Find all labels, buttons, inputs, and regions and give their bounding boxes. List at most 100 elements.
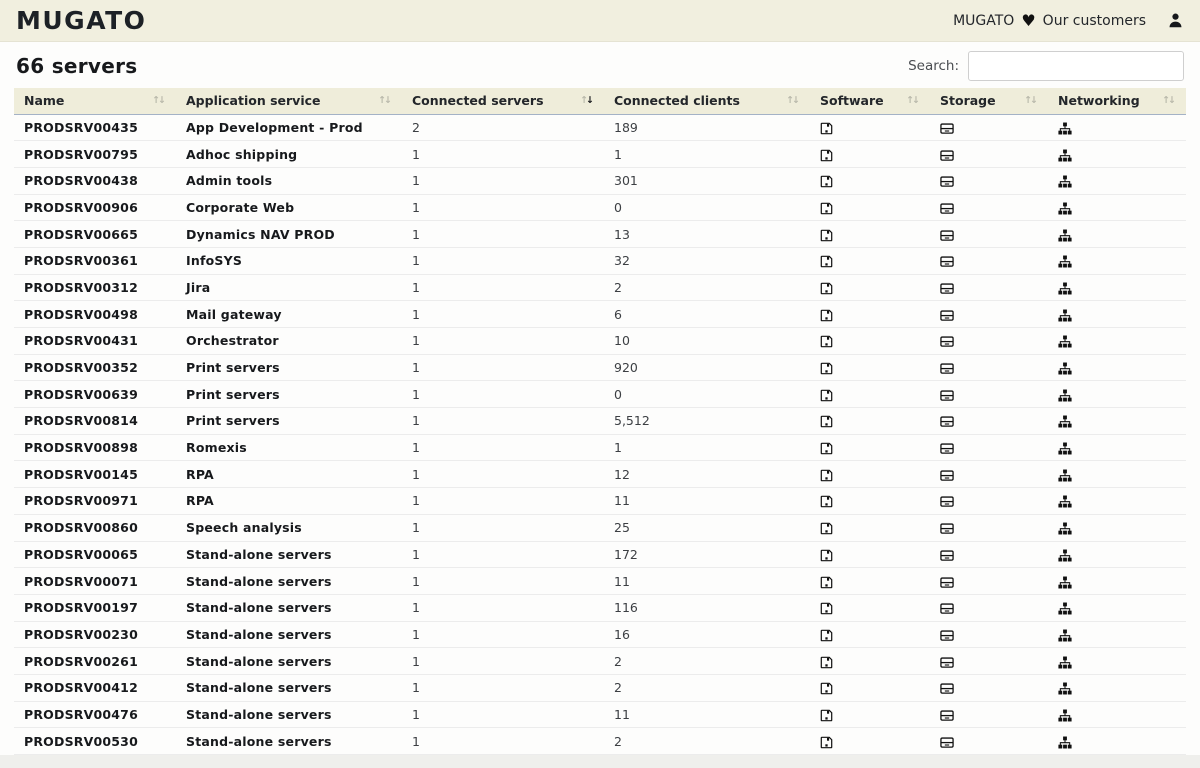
- floppy-disk-icon[interactable]: [820, 149, 833, 162]
- hard-drive-icon[interactable]: [940, 389, 954, 402]
- sitemap-icon[interactable]: [1058, 656, 1072, 669]
- floppy-disk-icon[interactable]: [820, 629, 833, 642]
- sort-icon[interactable]: ↑↓: [378, 95, 392, 106]
- sitemap-icon[interactable]: [1058, 362, 1072, 375]
- floppy-disk-icon[interactable]: [820, 549, 833, 562]
- column-header[interactable]: Connected servers ↑↓: [402, 88, 604, 114]
- hard-drive-icon[interactable]: [940, 362, 954, 375]
- sort-icon[interactable]: ↑↓: [786, 95, 800, 106]
- sitemap-icon[interactable]: [1058, 335, 1072, 348]
- floppy-disk-icon[interactable]: [820, 522, 833, 535]
- sort-icon[interactable]: ↑↓: [152, 95, 166, 106]
- column-header[interactable]: Software ↑↓: [810, 88, 930, 114]
- floppy-disk-icon[interactable]: [820, 682, 833, 695]
- sitemap-icon[interactable]: [1058, 576, 1072, 589]
- floppy-disk-icon[interactable]: [820, 442, 833, 455]
- floppy-disk-icon[interactable]: [820, 255, 833, 268]
- table-row[interactable]: PRODSRV00530 Stand-alone servers 1 2: [14, 728, 1186, 755]
- table-row[interactable]: PRODSRV00438 Admin tools 1 301: [14, 167, 1186, 194]
- hard-drive-icon[interactable]: [940, 522, 954, 535]
- table-row[interactable]: PRODSRV00795 Adhoc shipping 1 1: [14, 141, 1186, 168]
- sitemap-icon[interactable]: [1058, 709, 1072, 722]
- sitemap-icon[interactable]: [1058, 602, 1072, 615]
- hard-drive-icon[interactable]: [940, 122, 954, 135]
- table-row[interactable]: PRODSRV00435 App Development - Prod 2 18…: [14, 114, 1186, 141]
- table-row[interactable]: PRODSRV00312 Jira 1 2: [14, 274, 1186, 301]
- floppy-disk-icon[interactable]: [820, 229, 833, 242]
- table-row[interactable]: PRODSRV00145 RPA 1 12: [14, 461, 1186, 488]
- column-header[interactable]: Networking ↑↓: [1048, 88, 1186, 114]
- sitemap-icon[interactable]: [1058, 736, 1072, 749]
- hard-drive-icon[interactable]: [940, 682, 954, 695]
- hard-drive-icon[interactable]: [940, 549, 954, 562]
- hard-drive-icon[interactable]: [940, 175, 954, 188]
- column-header[interactable]: Application service ↑↓: [176, 88, 402, 114]
- table-row[interactable]: PRODSRV00906 Corporate Web 1 0: [14, 194, 1186, 221]
- table-row[interactable]: PRODSRV00071 Stand-alone servers 1 11: [14, 568, 1186, 595]
- sitemap-icon[interactable]: [1058, 549, 1072, 562]
- sitemap-icon[interactable]: [1058, 415, 1072, 428]
- hard-drive-icon[interactable]: [940, 629, 954, 642]
- floppy-disk-icon[interactable]: [820, 709, 833, 722]
- sitemap-icon[interactable]: [1058, 442, 1072, 455]
- floppy-disk-icon[interactable]: [820, 656, 833, 669]
- floppy-disk-icon[interactable]: [820, 202, 833, 215]
- table-row[interactable]: PRODSRV00476 Stand-alone servers 1 11: [14, 701, 1186, 728]
- table-row[interactable]: PRODSRV00665 Dynamics NAV PROD 1 13: [14, 221, 1186, 248]
- column-header[interactable]: Connected clients ↑↓: [604, 88, 810, 114]
- sitemap-icon[interactable]: [1058, 469, 1072, 482]
- sort-icon[interactable]: ↑↓: [906, 95, 920, 106]
- sitemap-icon[interactable]: [1058, 149, 1072, 162]
- floppy-disk-icon[interactable]: [820, 282, 833, 295]
- table-row[interactable]: PRODSRV00412 Stand-alone servers 1 2: [14, 674, 1186, 701]
- sitemap-icon[interactable]: [1058, 389, 1072, 402]
- table-row[interactable]: PRODSRV00971 RPA 1 11: [14, 488, 1186, 515]
- hard-drive-icon[interactable]: [940, 736, 954, 749]
- column-header[interactable]: Storage ↑↓: [930, 88, 1048, 114]
- table-row[interactable]: PRODSRV00065 Stand-alone servers 1 172: [14, 541, 1186, 568]
- sitemap-icon[interactable]: [1058, 122, 1072, 135]
- hard-drive-icon[interactable]: [940, 282, 954, 295]
- floppy-disk-icon[interactable]: [820, 602, 833, 615]
- hard-drive-icon[interactable]: [940, 442, 954, 455]
- floppy-disk-icon[interactable]: [820, 415, 833, 428]
- hard-drive-icon[interactable]: [940, 415, 954, 428]
- floppy-disk-icon[interactable]: [820, 736, 833, 749]
- user-account-icon[interactable]: [1167, 12, 1184, 29]
- sort-icon[interactable]: ↑↓: [580, 95, 594, 106]
- sitemap-icon[interactable]: [1058, 255, 1072, 268]
- table-row[interactable]: PRODSRV00261 Stand-alone servers 1 2: [14, 648, 1186, 675]
- sitemap-icon[interactable]: [1058, 522, 1072, 535]
- floppy-disk-icon[interactable]: [820, 335, 833, 348]
- sitemap-icon[interactable]: [1058, 282, 1072, 295]
- hard-drive-icon[interactable]: [940, 495, 954, 508]
- floppy-disk-icon[interactable]: [820, 175, 833, 188]
- table-row[interactable]: PRODSRV00197 Stand-alone servers 1 116: [14, 594, 1186, 621]
- table-row[interactable]: PRODSRV00361 InfoSYS 1 32: [14, 247, 1186, 274]
- hard-drive-icon[interactable]: [940, 469, 954, 482]
- hard-drive-icon[interactable]: [940, 255, 954, 268]
- sort-icon[interactable]: ↑↓: [1024, 95, 1038, 106]
- table-row[interactable]: PRODSRV00898 Romexis 1 1: [14, 434, 1186, 461]
- table-row[interactable]: PRODSRV00431 Orchestrator 1 10: [14, 328, 1186, 355]
- table-row[interactable]: PRODSRV00352 Print servers 1 920: [14, 354, 1186, 381]
- sitemap-icon[interactable]: [1058, 202, 1072, 215]
- hard-drive-icon[interactable]: [940, 309, 954, 322]
- sitemap-icon[interactable]: [1058, 629, 1072, 642]
- table-row[interactable]: PRODSRV00639 Print servers 1 0: [14, 381, 1186, 408]
- floppy-disk-icon[interactable]: [820, 122, 833, 135]
- floppy-disk-icon[interactable]: [820, 576, 833, 589]
- hard-drive-icon[interactable]: [940, 602, 954, 615]
- sitemap-icon[interactable]: [1058, 229, 1072, 242]
- hard-drive-icon[interactable]: [940, 335, 954, 348]
- sort-icon[interactable]: ↑↓: [1162, 95, 1176, 106]
- sitemap-icon[interactable]: [1058, 309, 1072, 322]
- sitemap-icon[interactable]: [1058, 495, 1072, 508]
- floppy-disk-icon[interactable]: [820, 362, 833, 375]
- floppy-disk-icon[interactable]: [820, 389, 833, 402]
- table-row[interactable]: PRODSRV00498 Mail gateway 1 6: [14, 301, 1186, 328]
- hard-drive-icon[interactable]: [940, 656, 954, 669]
- table-row[interactable]: PRODSRV00230 Stand-alone servers 1 16: [14, 621, 1186, 648]
- floppy-disk-icon[interactable]: [820, 469, 833, 482]
- table-row[interactable]: PRODSRV00814 Print servers 1 5,512: [14, 408, 1186, 435]
